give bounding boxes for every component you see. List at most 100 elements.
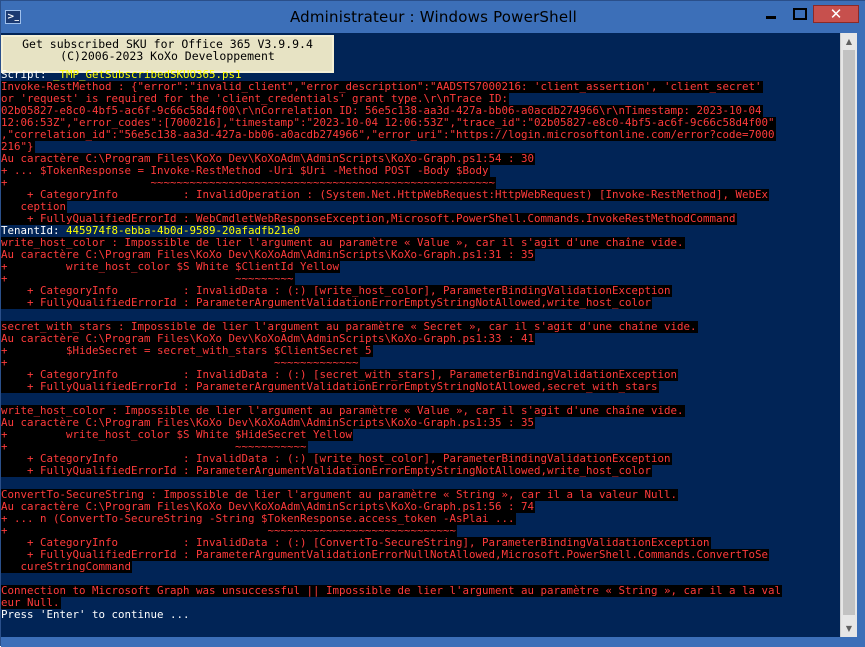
error-text: write_host_color : Impossible de lier l'… [1,405,685,417]
app-banner: Get subscribed SKU for Office 365 V3.9.9… [1,35,334,73]
error-line: + ~~~~~~~~~~~~~ [1,357,840,369]
error-text: secret_with_stars : Impossible de lier l… [1,321,698,333]
error-line: eur Null. [1,597,840,609]
error-line: + ... $TokenResponse = Invoke-RestMethod… [1,165,840,177]
error-line: + FullyQualifiedErrorId : ParameterArgum… [1,549,840,561]
error-line: ,"correlation_id":"56e5c138-aa3d-427a-bb… [1,129,840,141]
error-line: + FullyQualifiedErrorId : WebCmdletWebRe… [1,213,840,225]
error-line: + ~~~~~~~~~~~ [1,441,840,453]
error-text: + write_host_color $S White $ClientId Ye… [1,261,341,273]
error-line: + CategoryInfo : InvalidData : (:) [secr… [1,369,840,381]
tenant-label: TenantId: [1,225,67,237]
error-text: ception [1,201,68,213]
error-text: + CategoryInfo : InvalidOperation : (Sys… [1,189,770,201]
error-line: + ~~~~~~~~~ [1,273,840,285]
error-line [1,393,840,405]
maximize-icon [792,8,807,20]
error-text: + CategoryInfo : InvalidData : (:) [writ… [1,453,672,465]
error-text: Au caractère C:\Program Files\KoXo Dev\K… [1,501,536,513]
maximize-button[interactable] [786,5,813,23]
error-line: Invoke-RestMethod : {"error":"invalid_cl… [1,81,840,93]
script-label: Script: [1,69,54,81]
error-text: cureStringCommand [1,561,133,573]
error-text: write_host_color : Impossible de lier l'… [1,237,685,249]
error-line: ConvertTo-SecureString : Impossible de l… [1,489,840,501]
error-line: 02b05827-e8c0-4bf5-ac6f-9c66c58d4f00\r\n… [1,105,840,117]
error-line: + ... n (ConvertTo-SecureString -String … [1,513,840,525]
error-text: + ~~~~~~~~~~~ [1,441,308,453]
error-line: 12:06:53Z","error_codes":[7000216],"time… [1,117,840,129]
error-text: + CategoryInfo : InvalidData : (:) [secr… [1,369,679,381]
error-line: + write_host_color $S White $ClientId Ye… [1,261,840,273]
error-line: + FullyQualifiedErrorId : ParameterArgum… [1,465,840,477]
error-text: + FullyQualifiedErrorId : ParameterArgum… [1,297,653,309]
error-line: Au caractère C:\Program Files\KoXo Dev\K… [1,153,840,165]
error-text: 216"} [1,141,35,153]
error-line: or 'request' is required for the 'client… [1,93,840,105]
minimize-icon [766,16,776,19]
error-line: secret_with_stars : Impossible de lier l… [1,321,840,333]
error-line: Au caractère C:\Program Files\KoXo Dev\K… [1,417,840,429]
error-text: + CategoryInfo : InvalidData : (:) [writ… [1,285,672,297]
error-line: 216"} [1,141,840,153]
error-line: + FullyQualifiedErrorId : ParameterArgum… [1,381,840,393]
scroll-thumb[interactable] [843,50,855,615]
error-text: + ... n (ConvertTo-SecureString -String … [1,513,516,525]
error-line [1,477,840,489]
banner-copyright: (C)2006-2023 KoXo Developpement [60,49,275,63]
script-name: _TMP_GetSubscribedSKUO365.ps1 [53,69,242,81]
error-line: Connection to Microsoft Graph was unsucc… [1,585,840,597]
error-text: or 'request' is required for the 'client… [1,93,510,105]
error-text: + FullyQualifiedErrorId : ParameterArgum… [1,381,659,393]
error-text: Invoke-RestMethod : {"error":"invalid_cl… [1,81,763,93]
console-output[interactable]: Get subscribed SKU for Office 365 V3.9.9… [1,33,840,637]
scroll-down-icon[interactable]: ▼ [841,620,857,637]
error-line: + CategoryInfo : InvalidData : (:) [writ… [1,285,840,297]
error-line [1,573,840,585]
window-title: Administrateur : Windows PowerShell [289,8,578,26]
error-text: + ... $TokenResponse = Invoke-RestMethod… [1,165,490,177]
window-border-right [857,33,865,637]
error-line: ception [1,201,840,213]
error-text: ,"correlation_id":"56e5c138-aa3d-427a-bb… [1,129,776,141]
tenant-id: 445974f8-ebba-4b0d-9589-20afadfb21e0 [66,225,301,237]
error-line: Au caractère C:\Program Files\KoXo Dev\K… [1,501,840,513]
error-line [1,309,840,321]
error-text: Au caractère C:\Program Files\KoXo Dev\K… [1,153,536,165]
title-bar[interactable]: >_ Administrateur : Windows PowerShell ✕ [1,1,865,33]
error-text: + FullyQualifiedErrorId : WebCmdletWebRe… [1,213,737,225]
script-line: Script: _TMP_GetSubscribedSKUO365.ps1 [1,69,840,81]
error-text: Connection to Microsoft Graph was unsucc… [1,585,783,597]
error-line: + ~~~~~~~~~~~~~~~~~~~~~~~~~~~~~~~~~~~~~~… [1,177,840,189]
error-text: eur Null. [1,597,61,609]
error-text: + FullyQualifiedErrorId : ParameterArgum… [1,549,770,561]
error-text: + ~~~~~~~~~~~~~~~~~~~~~~~~~~~~~~~~~~~~~~… [1,177,497,189]
error-line: + $HideSecret = secret_with_stars $Clien… [1,345,840,357]
error-text: 02b05827-e8c0-4bf5-ac6f-9c66c58d4f00\r\n… [1,105,763,117]
error-text: Au caractère C:\Program Files\KoXo Dev\K… [1,333,536,345]
error-line: + CategoryInfo : InvalidData : (:) [writ… [1,453,840,465]
continue-prompt: Press 'Enter' to continue ... [1,609,190,621]
minimize-button[interactable] [758,5,784,23]
vertical-scrollbar[interactable]: ▲ ▼ [840,33,857,637]
error-text: + CategoryInfo : InvalidData : (:) [Conv… [1,537,711,549]
close-icon: ✕ [829,5,843,23]
error-line: Au caractère C:\Program Files\KoXo Dev\K… [1,249,840,261]
error-line: + write_host_color $S White $HideSecret … [1,429,840,441]
tenant-line: TenantId: 445974f8-ebba-4b0d-9589-20afad… [1,225,840,237]
error-text: + ~~~~~~~~~~~~~~~~~~~~~~~~~~~~~ [1,525,458,537]
error-text: Au caractère C:\Program Files\KoXo Dev\K… [1,417,536,429]
error-line: cureStringCommand [1,561,840,573]
error-text: + FullyQualifiedErrorId : ParameterArgum… [1,465,653,477]
error-line: + FullyQualifiedErrorId : ParameterArgum… [1,297,840,309]
error-line: + CategoryInfo : InvalidOperation : (Sys… [1,189,840,201]
error-line: Au caractère C:\Program Files\KoXo Dev\K… [1,333,840,345]
error-text: ConvertTo-SecureString : Impossible de l… [1,489,679,501]
console-lines: Script: _TMP_GetSubscribedSKUO365.ps1 In… [1,69,840,621]
scroll-up-icon[interactable]: ▲ [841,33,857,50]
error-line: + CategoryInfo : InvalidData : (:) [Conv… [1,537,840,549]
close-button[interactable]: ✕ [813,5,859,23]
error-text: + ~~~~~~~~~ [1,273,295,285]
error-line: write_host_color : Impossible de lier l'… [1,237,840,249]
error-text: Au caractère C:\Program Files\KoXo Dev\K… [1,249,536,261]
